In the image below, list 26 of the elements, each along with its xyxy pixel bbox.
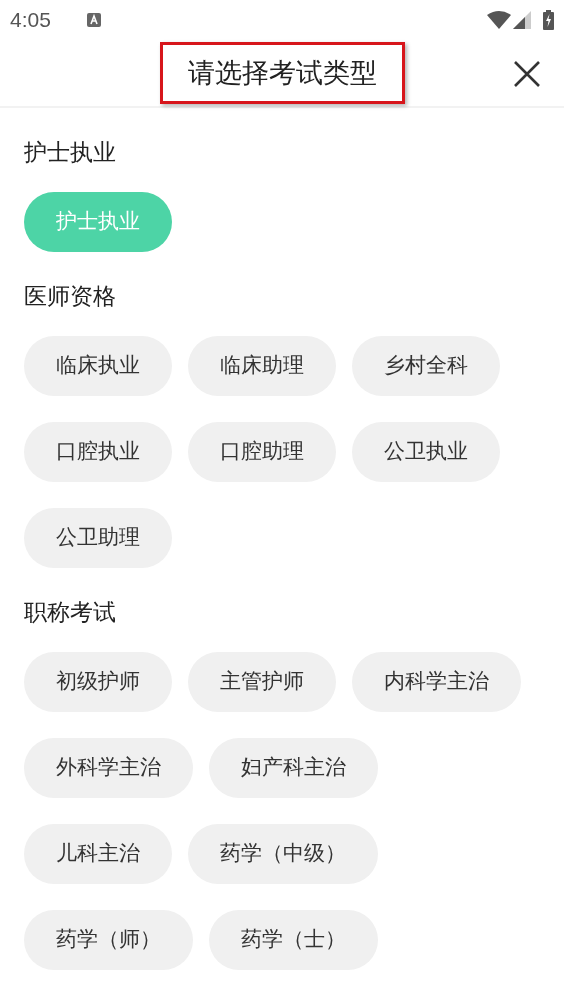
section-title: 职称考试 bbox=[24, 597, 116, 627]
exam-type-chip[interactable]: 公卫执业 bbox=[352, 422, 500, 482]
exam-type-chip[interactable]: 临床执业 bbox=[24, 336, 172, 396]
status-time: 4:05 bbox=[10, 7, 51, 34]
exam-type-chip[interactable]: 内科学主治 bbox=[352, 652, 521, 712]
exam-type-chip[interactable]: 妇产科主治 bbox=[209, 738, 378, 798]
exam-type-chip[interactable]: 临床助理 bbox=[188, 336, 336, 396]
section-title: 护士执业 bbox=[24, 137, 116, 167]
close-icon bbox=[513, 60, 541, 88]
wifi-icon bbox=[487, 11, 511, 29]
exam-type-chip[interactable]: 儿科主治 bbox=[24, 824, 172, 884]
signal-icon bbox=[513, 11, 531, 29]
exam-type-chip[interactable]: 公卫助理 bbox=[24, 508, 172, 568]
exam-type-chip[interactable]: 口腔执业 bbox=[24, 422, 172, 482]
section-title: 医师资格 bbox=[24, 281, 116, 311]
exam-type-chip[interactable]: 外科学主治 bbox=[24, 738, 193, 798]
exam-type-chip[interactable]: 主管护师 bbox=[188, 652, 336, 712]
exam-type-chip[interactable]: 药学（师） bbox=[24, 910, 193, 970]
page-title: 请选择考试类型 bbox=[187, 55, 377, 90]
exam-type-chip[interactable]: 乡村全科 bbox=[352, 336, 500, 396]
exam-type-chip[interactable]: 药学（中级） bbox=[188, 824, 378, 884]
notification-icon bbox=[86, 13, 101, 27]
exam-type-chip[interactable]: 初级护师 bbox=[24, 652, 172, 712]
exam-type-chip[interactable]: 口腔助理 bbox=[188, 422, 336, 482]
battery-charging-icon bbox=[543, 10, 554, 30]
exam-type-chip[interactable]: 药学（士） bbox=[209, 910, 378, 970]
